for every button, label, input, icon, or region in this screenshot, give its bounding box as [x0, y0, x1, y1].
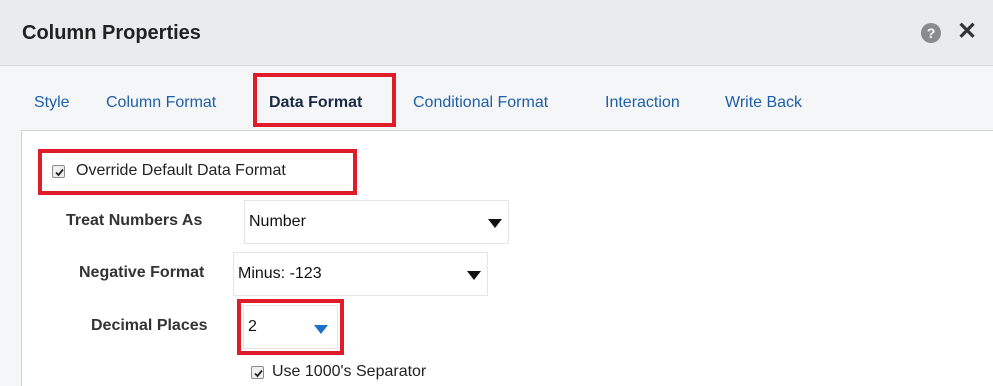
override-default-label[interactable]: Override Default Data Format [76, 162, 286, 180]
dialog-title: Column Properties [22, 22, 201, 44]
decimal-places-label: Decimal Places [91, 317, 208, 334]
treat-numbers-as-value: Number [249, 213, 306, 230]
column-properties-dialog: Column Properties ? ✕ Style Column Forma… [0, 0, 993, 386]
close-icon[interactable]: ✕ [957, 19, 977, 45]
tab-conditional-format[interactable]: Conditional Format [413, 94, 548, 112]
checkmark-icon [55, 168, 64, 177]
chevron-down-icon [467, 271, 481, 280]
negative-format-select[interactable]: Minus: -123 [233, 252, 488, 296]
separator-checkbox[interactable] [251, 366, 264, 379]
tab-data-format[interactable]: Data Format [269, 94, 362, 112]
help-icon[interactable]: ? [921, 23, 941, 43]
treat-numbers-as-label: Treat Numbers As [66, 212, 203, 229]
negative-format-label: Negative Format [79, 264, 205, 281]
separator-label[interactable]: Use 1000's Separator [272, 363, 426, 381]
checkmark-icon [254, 369, 263, 378]
chevron-down-icon [314, 325, 328, 334]
dialog-titlebar: Column Properties ? ✕ [0, 0, 993, 66]
override-default-checkbox[interactable] [52, 165, 65, 178]
chevron-down-icon [488, 219, 502, 228]
tab-column-format[interactable]: Column Format [106, 94, 216, 112]
negative-format-value: Minus: -123 [238, 265, 322, 282]
tab-bar: Style Column Format Data Format Conditio… [0, 66, 993, 130]
decimal-places-select[interactable]: 2 [243, 305, 338, 349]
treat-numbers-as-select[interactable]: Number [244, 200, 509, 244]
tab-interaction[interactable]: Interaction [605, 94, 680, 112]
tab-write-back[interactable]: Write Back [725, 94, 802, 112]
tab-style[interactable]: Style [34, 94, 70, 112]
decimal-places-value: 2 [248, 318, 257, 335]
